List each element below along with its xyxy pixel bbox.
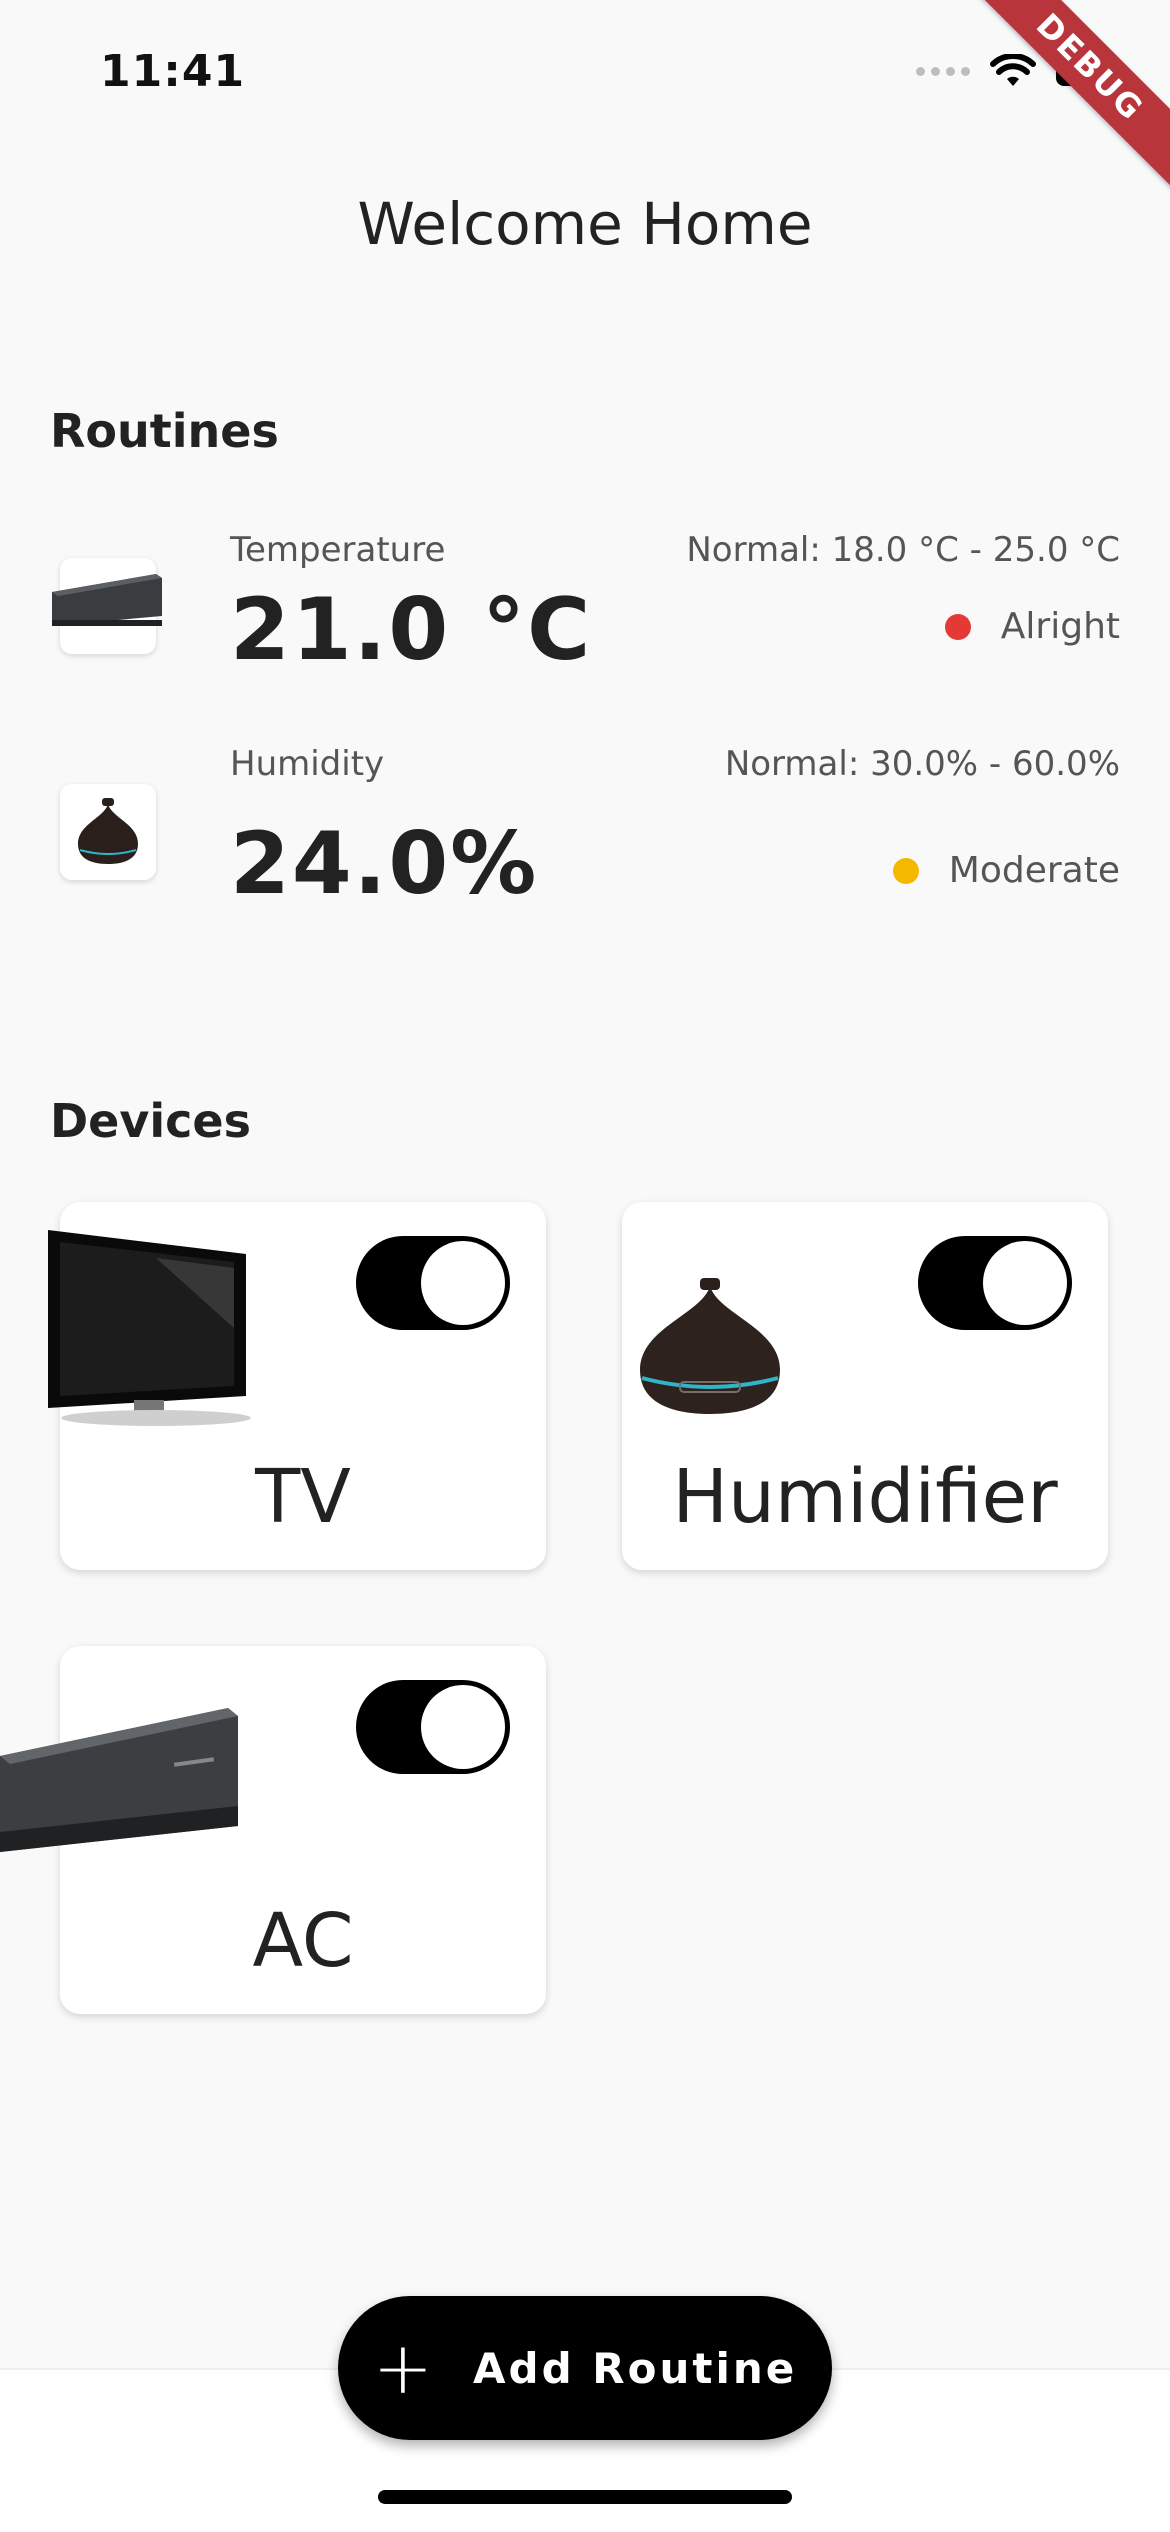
wifi-icon [990, 54, 1036, 86]
status-time: 11:41 [100, 46, 246, 97]
home-indicator[interactable] [378, 2490, 792, 2504]
routine-normal-range: Normal: 18.0 °C - 25.0 °C [686, 530, 1120, 570]
toggle-knob [421, 1241, 505, 1325]
routine-label: Temperature [230, 530, 446, 570]
device-card-tv[interactable]: TV [48, 1202, 546, 1570]
add-routine-label: Add Routine [473, 2343, 798, 2393]
device-toggle[interactable] [356, 1680, 510, 1774]
routine-normal-range: Normal: 30.0% - 60.0% [724, 744, 1120, 784]
devices-section-title: Devices [50, 1094, 251, 1148]
routine-status: Alright [944, 606, 1120, 647]
page-title: Welcome Home [357, 190, 813, 258]
toggle-knob [983, 1241, 1067, 1325]
humidifier-icon [60, 784, 156, 880]
tv-icon [48, 1230, 251, 1426]
device-toggle[interactable] [918, 1236, 1072, 1330]
routines-section-title: Routines [50, 404, 279, 458]
debug-banner: DEBUG [950, 0, 1170, 207]
plus-icon: + [372, 2326, 434, 2410]
routine-value: 24.0% [230, 814, 539, 914]
device-name: AC [252, 1898, 354, 1984]
home-screen: 11:41 DEBUG Welcome Home Routines Temper… [0, 0, 1170, 2532]
routine-status: Moderate [892, 850, 1120, 891]
toggle-knob [421, 1685, 505, 1769]
device-card-ac[interactable]: AC [0, 1646, 546, 2014]
air-conditioner-icon [52, 558, 162, 654]
add-routine-button[interactable]: + Add Routine [338, 2296, 832, 2440]
humidifier-icon [640, 1278, 780, 1414]
routine-row-temperature[interactable]: Temperature 21.0 °C Normal: 18.0 °C - 25… [0, 530, 1170, 740]
signal-icon [916, 66, 970, 76]
routine-row-humidity[interactable]: Humidity 24.0% Normal: 30.0% - 60.0% Mod… [0, 744, 1170, 954]
device-card-humidifier[interactable]: Humidifier [622, 1202, 1108, 1570]
status-dot [944, 613, 971, 640]
device-toggle[interactable] [356, 1236, 510, 1330]
routine-value: 21.0 °C [230, 580, 593, 680]
device-name: Humidifier [672, 1454, 1058, 1540]
routine-status-label: Moderate [948, 850, 1120, 891]
status-dot [892, 857, 919, 884]
device-name: TV [255, 1454, 351, 1540]
routine-label: Humidity [230, 744, 385, 784]
air-conditioner-icon [0, 1708, 238, 1852]
routine-status-label: Alright [1000, 606, 1120, 647]
